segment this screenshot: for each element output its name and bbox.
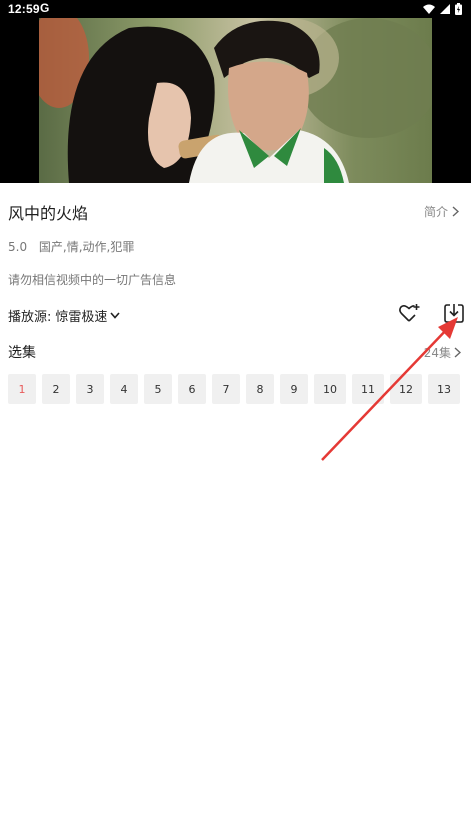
signal-icon [440,4,450,14]
download-icon[interactable] [443,302,465,324]
source-value-wrap[interactable]: 惊雷极速 [55,306,121,325]
episode-chip[interactable]: 10 [314,374,346,404]
episode-chip[interactable]: 2 [42,374,70,404]
source-value: 惊雷极速 [55,310,108,325]
meta-line: 5.0 国产,情,动作,犯罪 [8,238,134,255]
wifi-icon [423,4,435,14]
episode-list: 1 2 3 4 5 6 7 8 9 10 11 12 13 [8,374,471,404]
episode-chip[interactable]: 1 [8,374,36,404]
genres: 国产,情,动作,犯罪 [38,240,135,254]
chevron-down-icon [110,312,121,319]
ad-notice: 请勿相信视频中的一切广告信息 [8,273,177,287]
chevron-right-icon [454,347,461,358]
episode-chip[interactable]: 5 [144,374,172,404]
google-icon: G [40,1,50,15]
intro-link[interactable]: 简介 [424,203,459,220]
episode-chip[interactable]: 13 [428,374,460,404]
intro-label: 简介 [423,205,448,219]
episode-chip[interactable]: 4 [110,374,138,404]
episodes-count-link[interactable]: 24集 [424,344,461,361]
episodes-label: 选集 [8,345,36,361]
favorite-add-icon[interactable] [398,302,420,324]
source-label: 播放源: [8,310,52,325]
status-bar: 12:59 G [0,0,471,20]
source-selector[interactable]: 播放源: 惊雷极速 [8,306,121,325]
episode-chip[interactable]: 7 [212,374,240,404]
episode-chip[interactable]: 3 [76,374,104,404]
video-frame [39,18,432,183]
status-time: 12:59 [8,2,40,16]
video-player[interactable] [39,18,432,183]
episodes-count: 24集 [423,346,451,360]
episode-chip[interactable]: 8 [246,374,274,404]
episode-chip[interactable]: 12 [390,374,422,404]
show-title: 风中的火焰 [8,204,89,223]
episode-chip[interactable]: 6 [178,374,206,404]
chevron-right-icon [452,206,459,217]
episode-chip[interactable]: 11 [352,374,384,404]
status-icons [423,3,462,15]
battery-icon [455,3,462,15]
rating: 5.0 [8,240,28,254]
episode-chip[interactable]: 9 [280,374,308,404]
